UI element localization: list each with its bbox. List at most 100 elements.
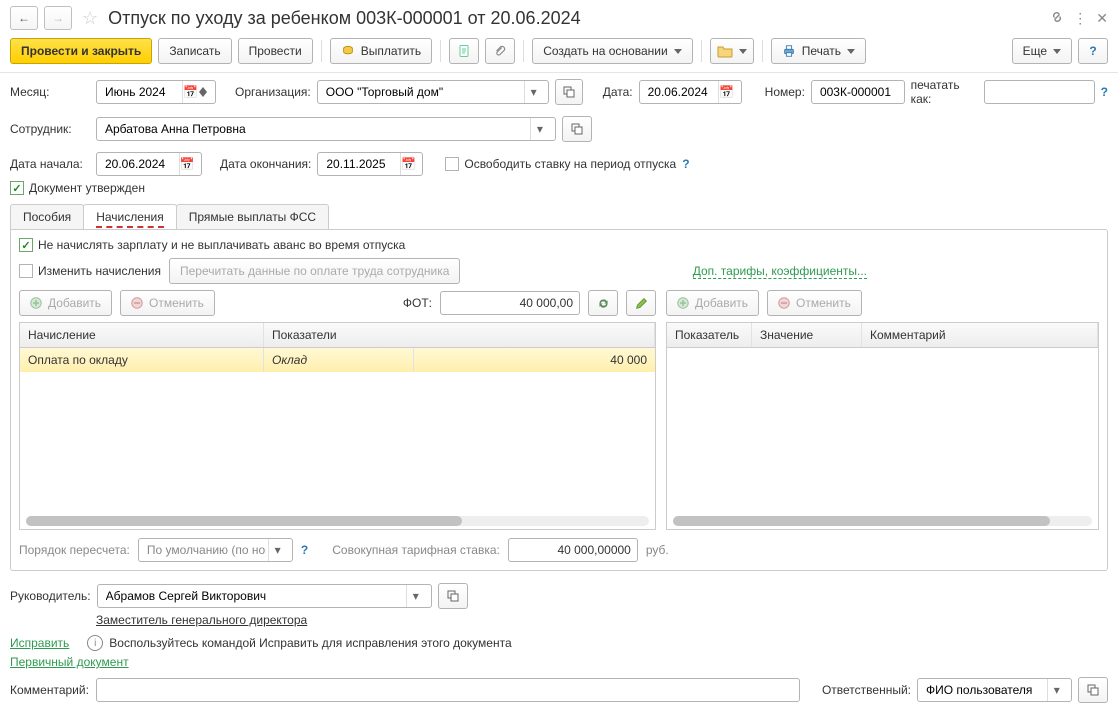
forward-button[interactable]: → xyxy=(44,6,72,30)
date-start-label: Дата начала: xyxy=(10,157,90,171)
responsible-open-button[interactable] xyxy=(1078,677,1108,703)
cancel-right-button[interactable]: Отменить xyxy=(767,290,862,316)
month-input[interactable]: 📅 xyxy=(96,80,216,104)
reread-button[interactable]: Перечитать данные по оплате труда сотруд… xyxy=(169,258,460,284)
comment-input[interactable] xyxy=(96,678,800,702)
print-button[interactable]: Печать xyxy=(771,38,866,64)
chevron-down-icon[interactable]: ▾ xyxy=(1047,679,1065,701)
th-comment[interactable]: Комментарий xyxy=(862,323,1098,347)
h-scrollbar[interactable] xyxy=(26,516,649,526)
primary-doc-link[interactable]: Первичный документ xyxy=(10,655,129,669)
document-icon-button[interactable] xyxy=(449,38,479,64)
month-label: Месяц: xyxy=(10,85,90,99)
edit-button[interactable] xyxy=(626,290,656,316)
tab-accruals[interactable]: Начисления xyxy=(83,204,177,229)
tab-fss[interactable]: Прямые выплаты ФСС xyxy=(176,204,329,229)
minus-icon xyxy=(778,297,790,309)
plus-icon xyxy=(30,297,42,309)
total-rate-input[interactable]: 40 000,00000 xyxy=(508,538,638,562)
calendar-icon[interactable]: 📅 xyxy=(182,81,198,103)
chevron-down-icon[interactable]: ▾ xyxy=(524,81,542,103)
h-scrollbar[interactable] xyxy=(673,516,1092,526)
fot-input[interactable]: 40 000,00 xyxy=(440,291,580,315)
favorite-icon[interactable]: ☆ xyxy=(82,8,98,29)
cancel-left-button[interactable]: Отменить xyxy=(120,290,215,316)
help-icon[interactable]: ? xyxy=(301,543,308,557)
kebab-icon[interactable]: ⋮ xyxy=(1073,10,1088,27)
spinner-icon[interactable] xyxy=(198,81,208,103)
head-label: Руководитель: xyxy=(10,589,91,603)
coins-icon xyxy=(341,44,355,58)
create-based-button[interactable]: Создать на основании xyxy=(532,38,693,64)
date-end-input[interactable]: 📅 xyxy=(317,152,423,176)
print-as-input[interactable] xyxy=(984,80,1094,104)
org-input[interactable]: ▾ xyxy=(317,80,550,104)
head-input[interactable]: ▾ xyxy=(97,584,432,608)
help-button[interactable]: ? xyxy=(1078,38,1108,64)
tariffs-link[interactable]: Доп. тарифы, коэффициенты... xyxy=(693,264,867,279)
employee-input[interactable]: ▾ xyxy=(96,117,556,141)
minus-icon xyxy=(131,297,143,309)
comment-label: Комментарий: xyxy=(10,683,90,697)
add-left-button[interactable]: Добавить xyxy=(19,290,112,316)
th-indicators[interactable]: Показатели xyxy=(264,323,655,347)
recalc-order-label: Порядок пересчета: xyxy=(19,543,130,557)
total-rate-label: Совокупная тарифная ставка: xyxy=(332,543,500,557)
org-label: Организация: xyxy=(235,85,311,99)
link-icon[interactable] xyxy=(1049,9,1065,28)
help-icon[interactable]: ? xyxy=(1101,85,1108,99)
info-icon: i xyxy=(87,635,103,651)
number-label: Номер: xyxy=(765,85,805,99)
no-pay-checkbox[interactable]: Не начислять зарплату и не выплачивать а… xyxy=(19,238,405,252)
approved-checkbox[interactable]: Документ утвержден xyxy=(10,181,145,195)
chevron-down-icon[interactable]: ▾ xyxy=(530,118,549,140)
folder-dropdown-button[interactable] xyxy=(710,38,754,64)
calendar-icon[interactable]: 📅 xyxy=(718,81,734,103)
post-button[interactable]: Провести xyxy=(238,38,313,64)
table-row[interactable]: Оплата по окладу Оклад 40 000 xyxy=(20,348,655,372)
pay-button[interactable]: Выплатить xyxy=(330,38,433,64)
free-rate-checkbox[interactable]: Освободить ставку на период отпуска xyxy=(445,157,676,171)
rub-label: руб. xyxy=(646,543,669,557)
plus-icon xyxy=(677,297,689,309)
tab-benefits[interactable]: Пособия xyxy=(10,204,84,229)
th-indicator[interactable]: Показатель xyxy=(667,323,752,347)
back-button[interactable]: ← xyxy=(10,6,38,30)
date-end-label: Дата окончания: xyxy=(220,157,311,171)
org-open-button[interactable] xyxy=(555,79,583,105)
fix-hint: Воспользуйтесь командой Исправить для ис… xyxy=(109,636,511,650)
number-input[interactable] xyxy=(811,80,905,104)
post-and-close-button[interactable]: Провести и закрыть xyxy=(10,38,152,64)
recalc-order-input[interactable]: ▾ xyxy=(138,538,293,562)
date-input[interactable]: 📅 xyxy=(639,80,742,104)
th-accrual[interactable]: Начисление xyxy=(20,323,264,347)
accruals-table: Начисление Показатели Оплата по окладу О… xyxy=(19,322,656,530)
add-right-button[interactable]: Добавить xyxy=(666,290,759,316)
chevron-down-icon[interactable]: ▾ xyxy=(406,585,425,607)
close-icon[interactable]: ✕ xyxy=(1096,10,1108,27)
change-accruals-checkbox[interactable]: Изменить начисления xyxy=(19,264,161,278)
calendar-icon[interactable]: 📅 xyxy=(179,153,195,175)
refresh-button[interactable] xyxy=(588,290,618,316)
calendar-icon[interactable]: 📅 xyxy=(400,153,416,175)
attach-button[interactable] xyxy=(485,38,515,64)
more-button[interactable]: Еще xyxy=(1012,38,1072,64)
employee-open-button[interactable] xyxy=(562,116,592,142)
chevron-down-icon[interactable]: ▾ xyxy=(268,539,286,561)
accruals-panel: Не начислять зарплату и не выплачивать а… xyxy=(10,229,1108,571)
head-open-button[interactable] xyxy=(438,583,468,609)
fix-link[interactable]: Исправить xyxy=(10,636,69,650)
position-link[interactable]: Заместитель генерального директора xyxy=(96,613,307,627)
employee-label: Сотрудник: xyxy=(10,122,90,136)
responsible-input[interactable]: ▾ xyxy=(917,678,1072,702)
print-as-label: печатать как: xyxy=(911,78,979,106)
help-icon[interactable]: ? xyxy=(682,157,689,171)
page-title: Отпуск по уходу за ребенком 003К-000001 … xyxy=(108,8,1043,29)
date-label: Дата: xyxy=(603,85,633,99)
responsible-label: Ответственный: xyxy=(822,683,911,697)
printer-icon xyxy=(782,44,796,58)
th-value[interactable]: Значение xyxy=(752,323,862,347)
indicators-table: Показатель Значение Комментарий xyxy=(666,322,1099,530)
write-button[interactable]: Записать xyxy=(158,38,231,64)
date-start-input[interactable]: 📅 xyxy=(96,152,202,176)
